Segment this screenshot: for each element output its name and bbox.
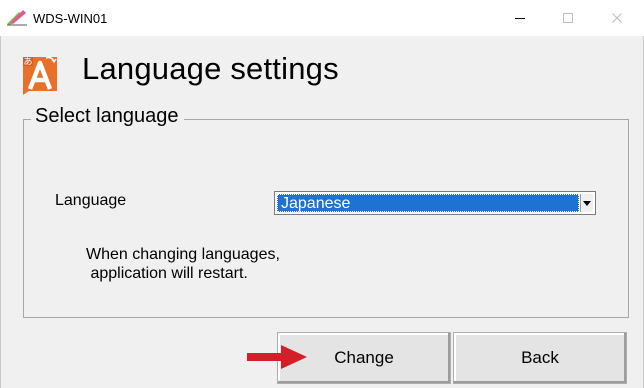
window-border-left [0,36,1,388]
window-title: WDS-WIN01 [33,11,108,26]
dialog-content: あ Language settings Select language Lang… [0,36,644,388]
minimize-button[interactable] [497,0,543,36]
maximize-icon [563,13,573,23]
group-legend: Select language [31,105,185,128]
app-icon [7,10,27,26]
language-settings-icon: あ [23,57,57,95]
restart-notice: When changing languages, application wil… [86,245,280,283]
language-select[interactable]: Japanese [274,191,596,215]
close-button[interactable] [594,0,640,36]
notice-line-2: application will restart. [86,265,248,282]
svg-text:あ: あ [23,57,32,68]
close-icon [612,13,622,23]
maximize-button[interactable] [545,0,591,36]
notice-line-1: When changing languages, [86,246,280,263]
language-label: Language [55,192,127,209]
back-button[interactable]: Back [453,332,627,384]
select-language-group [23,119,629,318]
title-bar[interactable]: WDS-WIN01 [0,0,644,36]
minimize-icon [515,18,525,19]
dropdown-arrow-icon[interactable] [580,194,593,212]
page-title: Language settings [82,51,339,86]
pointer-arrow-icon [247,345,307,369]
chevron-down-icon [583,200,591,206]
language-select-value: Japanese [277,194,579,212]
